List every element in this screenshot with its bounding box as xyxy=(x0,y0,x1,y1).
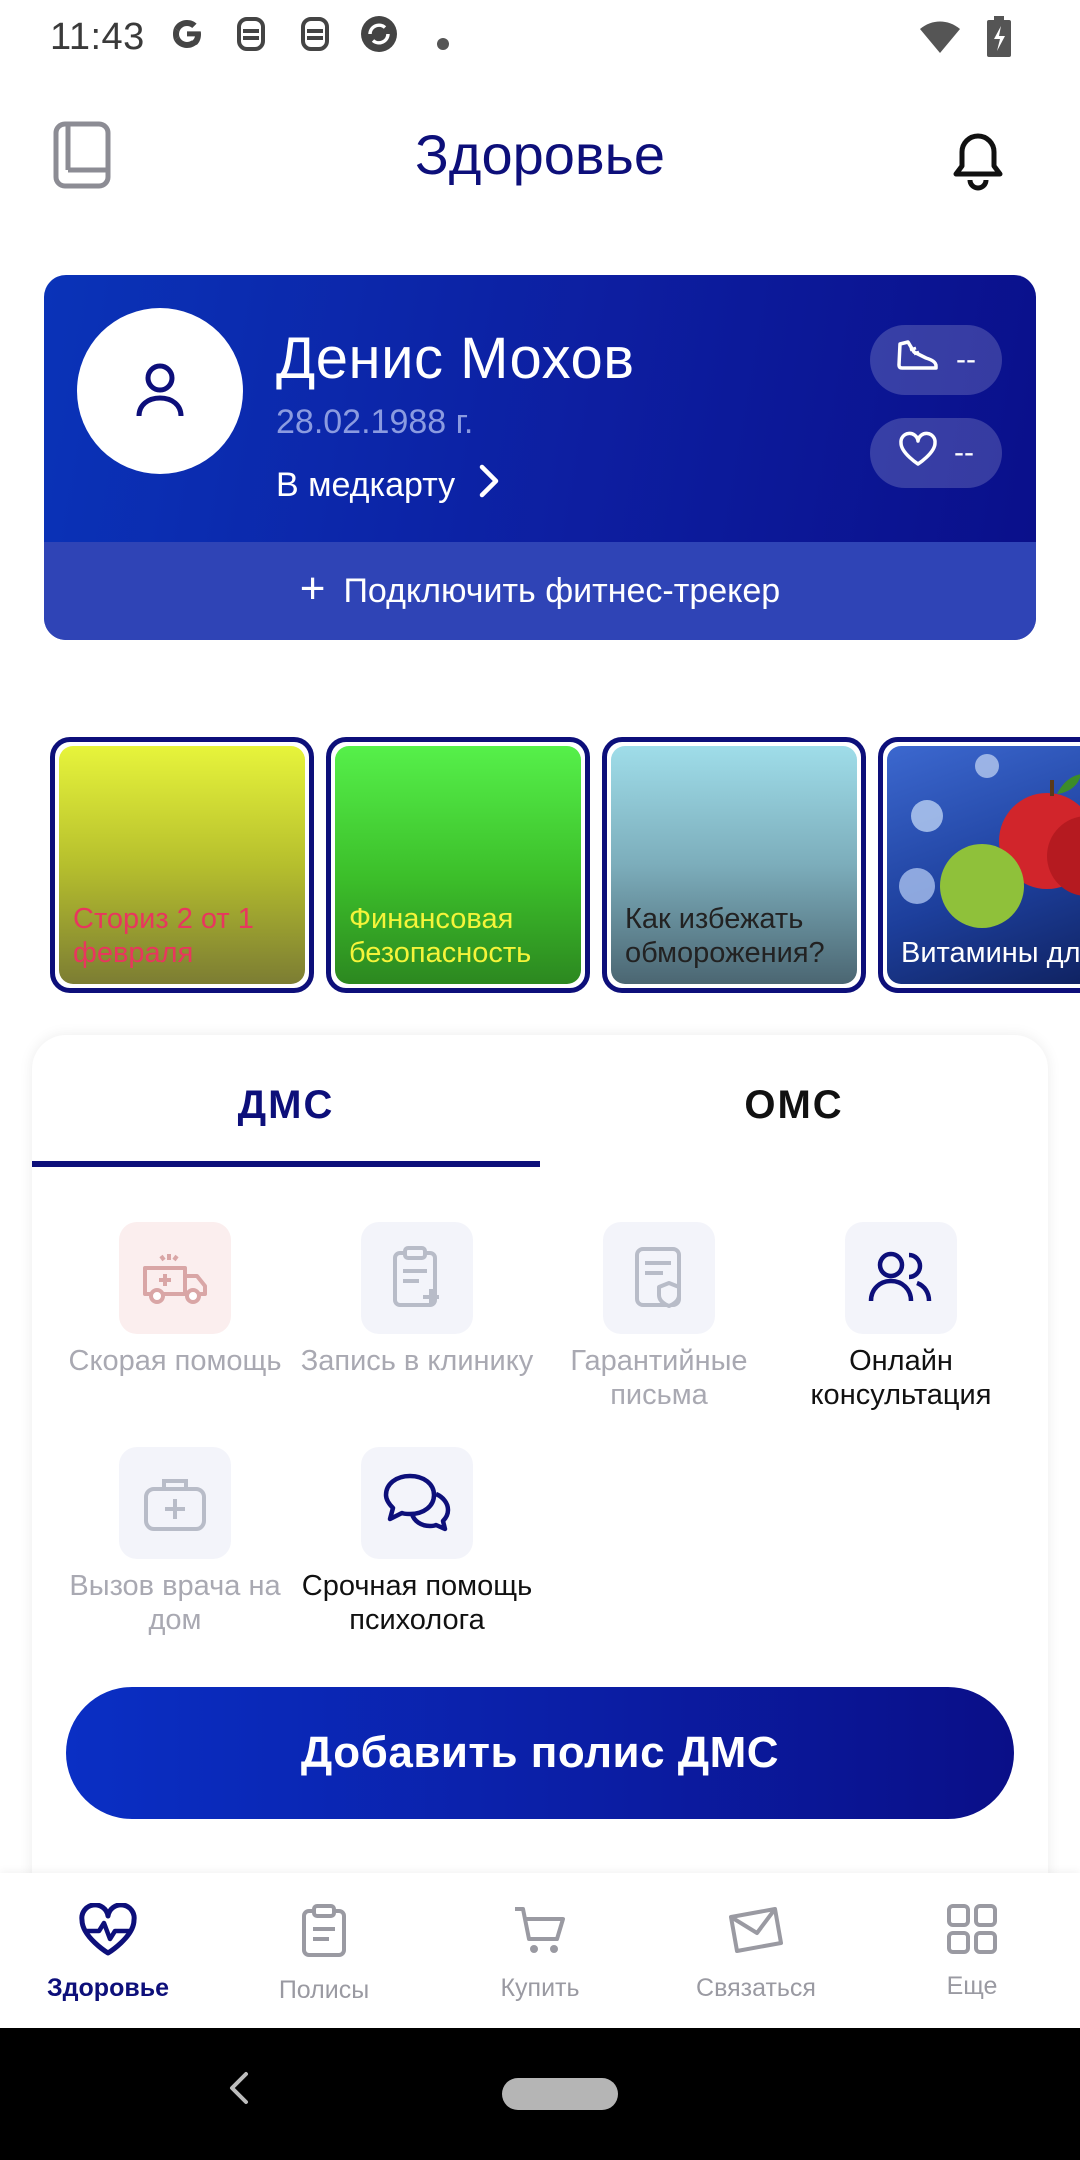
battery-charging-icon xyxy=(986,16,1012,63)
plus-icon: + xyxy=(299,564,326,613)
bottom-nav: Здоровье Полисы Купить Связаться Еще xyxy=(0,1873,1080,2028)
status-icons-left xyxy=(165,16,465,62)
cart-icon xyxy=(512,1903,568,1962)
users-icon xyxy=(845,1222,957,1334)
service-label: Онлайн консультация xyxy=(810,1345,992,1411)
google-g-icon xyxy=(165,14,209,64)
wifi-icon xyxy=(918,19,962,60)
profile-card: Денис Мохов 28.02.1988 г. В медкарту -- … xyxy=(44,275,1036,640)
pulse-pill[interactable]: -- xyxy=(870,418,1002,488)
tab-dms[interactable]: ДМС xyxy=(32,1083,540,1128)
nav-label: Еще xyxy=(946,1972,998,2000)
pulse-value: -- xyxy=(954,436,974,469)
service-label: Запись в клинику xyxy=(300,1345,534,1377)
service-label: Гарантийные письма xyxy=(570,1345,748,1411)
home-pill[interactable] xyxy=(502,2078,618,2110)
chat-bubbles-icon xyxy=(361,1447,473,1559)
notification-icon xyxy=(293,14,337,64)
nav-label: Полисы xyxy=(278,1976,370,2004)
steps-pill[interactable]: -- xyxy=(870,325,1002,395)
nav-item-contact[interactable]: Связаться xyxy=(648,1873,864,2028)
header: Здоровье xyxy=(0,100,1080,220)
service-doctor-home[interactable]: Вызов врача на дом xyxy=(54,1447,296,1637)
service-label: Срочная помощь психолога xyxy=(301,1570,533,1636)
medcard-link-label: В медкарту xyxy=(276,466,456,504)
story-card[interactable]: Сториз 2 от 1 февраля xyxy=(50,737,314,993)
service-clinic-appointment[interactable]: Запись в клинику xyxy=(296,1222,538,1378)
medkit-icon xyxy=(119,1447,231,1559)
heart-pulse-icon xyxy=(77,1902,139,1962)
story-card[interactable]: Витамины для иммунитета xyxy=(878,737,1080,993)
story-title: Витамины для иммунитета xyxy=(901,937,1080,969)
profile-dob: 28.02.1988 г. xyxy=(276,403,474,441)
nav-item-policies[interactable]: Полисы xyxy=(216,1873,432,2028)
shoe-icon xyxy=(896,338,940,382)
status-time: 11:43 xyxy=(50,16,145,58)
add-dms-policy-button[interactable]: Добавить полис ДМС xyxy=(66,1687,1014,1819)
story-title: Сториз 2 от 1 февраля xyxy=(73,903,254,969)
medcard-link[interactable]: В медкарту xyxy=(276,463,501,508)
chevron-right-icon xyxy=(477,463,501,508)
envelope-icon xyxy=(725,1903,787,1962)
system-nav-bar xyxy=(0,2028,1080,2160)
sync-icon xyxy=(357,12,401,66)
profile-name: Денис Мохов xyxy=(276,326,635,391)
story-card[interactable]: Финансовая безопасность xyxy=(326,737,590,993)
service-guarantee-letters[interactable]: Гарантийные письма xyxy=(538,1222,780,1412)
service-label: Вызов врача на дом xyxy=(69,1570,281,1636)
notification-icon xyxy=(229,14,273,64)
grid-icon xyxy=(946,1903,998,1960)
nav-label: Связаться xyxy=(696,1974,816,2002)
user-icon xyxy=(136,363,184,417)
tabs: ДМС ОМС xyxy=(32,1035,1048,1169)
bell-icon[interactable] xyxy=(942,122,1014,194)
status-icons-right xyxy=(918,16,1012,63)
back-icon[interactable] xyxy=(226,2068,252,2113)
tab-oms[interactable]: ОМС xyxy=(540,1083,1048,1128)
page-title: Здоровье xyxy=(414,123,665,186)
clipboard-plus-icon xyxy=(361,1222,473,1334)
service-online-consultation[interactable]: Онлайн консультация xyxy=(780,1222,1022,1412)
service-psychologist[interactable]: Срочная помощь психолога xyxy=(296,1447,538,1637)
tab-indicator xyxy=(32,1161,540,1167)
service-ambulance[interactable]: Скорая помощь xyxy=(54,1222,296,1378)
dot-icon xyxy=(421,18,465,61)
avatar[interactable] xyxy=(77,308,243,474)
story-card[interactable]: Как избежать обморожения? xyxy=(602,737,866,993)
nav-item-more[interactable]: Еще xyxy=(864,1873,1080,2028)
steps-value: -- xyxy=(956,343,976,376)
nav-label: Купить xyxy=(500,1974,580,2002)
stories-carousel[interactable]: Сториз 2 от 1 февраля Финансовая безопас… xyxy=(50,737,1080,995)
heart-icon xyxy=(898,431,938,475)
connect-tracker-label: Подключить фитнес-трекер xyxy=(343,571,781,610)
connect-tracker-button[interactable]: + Подключить фитнес-трекер xyxy=(44,542,1036,640)
nav-label: Здоровье xyxy=(47,1974,169,2002)
nav-item-health[interactable]: Здоровье xyxy=(0,1873,216,2028)
clipboard-icon xyxy=(300,1903,348,1964)
ambulance-icon xyxy=(119,1222,231,1334)
status-bar: 11:43 xyxy=(0,0,1080,78)
document-shield-icon xyxy=(603,1222,715,1334)
story-title: Финансовая безопасность xyxy=(349,903,532,969)
service-label: Скорая помощь xyxy=(68,1345,282,1377)
nav-item-buy[interactable]: Купить xyxy=(432,1873,648,2028)
story-title: Как избежать обморожения? xyxy=(625,903,825,969)
